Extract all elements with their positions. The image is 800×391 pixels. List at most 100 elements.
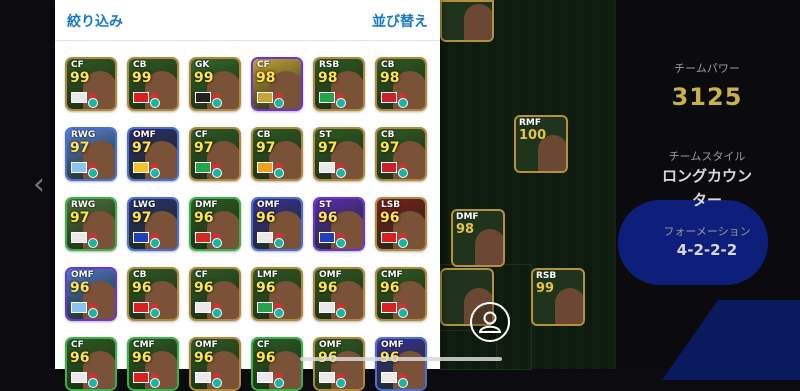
player-card[interactable]: CMF 96 (127, 337, 179, 391)
card-rating: 96 (194, 280, 214, 296)
skill-badge-icon (88, 168, 98, 178)
flag-icon (133, 232, 149, 243)
skill-badge-icon (398, 98, 408, 108)
skill-badge-icon (150, 308, 160, 318)
card-position: OMF (319, 340, 342, 350)
card-position: OMF (133, 130, 156, 140)
flag-icon (195, 302, 211, 313)
player-card[interactable]: CB 96 (127, 267, 179, 321)
flag-icon (257, 162, 273, 173)
skill-badge-icon (398, 378, 408, 388)
card-position: LSB (381, 200, 401, 210)
card-position: CB (133, 60, 147, 70)
skill-badge-icon (150, 168, 160, 178)
skill-badge-icon (398, 308, 408, 318)
sort-button[interactable]: 並び替え (372, 11, 428, 31)
card-position: DMF (195, 200, 218, 210)
team-style-label: チームスタイル (668, 150, 746, 163)
card-position: LWG (133, 200, 156, 210)
player-card[interactable]: OMF96 (313, 267, 365, 321)
flag-icon (381, 92, 397, 103)
player-card[interactable]: DMF 96 (189, 197, 241, 251)
player-portrait (464, 4, 492, 40)
player-card[interactable]: OMF96 (375, 337, 427, 391)
flag-icon (319, 232, 335, 243)
skill-badge-icon (398, 238, 408, 248)
player-card[interactable]: CB 97 (251, 127, 303, 181)
panel-header: 絞り込み 並び替え (55, 0, 440, 41)
card-position: CMF (381, 270, 403, 280)
card-rating: 97 (318, 140, 338, 156)
skill-badge-icon (88, 378, 98, 388)
player-card[interactable]: ST 97 (313, 127, 365, 181)
card-position: CF (195, 130, 208, 140)
skill-badge-icon (274, 378, 284, 388)
card-rating: 96 (70, 350, 90, 366)
pitch-player-card-partial[interactable] (440, 0, 494, 42)
card-rating: 96 (256, 280, 276, 296)
player-card[interactable]: CF 98 (251, 57, 303, 111)
player-card[interactable]: LWG 97 (127, 197, 179, 251)
player-card[interactable]: CB 97 (375, 127, 427, 181)
card-position: RWG (71, 200, 96, 210)
card-rating: 97 (132, 210, 152, 226)
filter-button[interactable]: 絞り込み (67, 11, 123, 31)
pitch-card-position: DMF (456, 212, 479, 222)
flag-icon (257, 372, 273, 383)
pitch-player-card[interactable]: DMF 98 (451, 209, 505, 267)
player-card[interactable]: OMF 97 (127, 127, 179, 181)
player-card[interactable]: CB 99 (127, 57, 179, 111)
player-card[interactable]: CMF 96 (375, 267, 427, 321)
player-card[interactable]: GK 99 (189, 57, 241, 111)
skill-badge-icon (336, 308, 346, 318)
card-position: OMF (195, 340, 218, 350)
card-position: OMF (257, 200, 280, 210)
player-card[interactable]: LMF 96 (251, 267, 303, 321)
card-position: GK (195, 60, 210, 70)
flag-icon (71, 232, 87, 243)
card-position: OMF (319, 270, 342, 280)
formation-label: フォーメーション (663, 225, 751, 238)
card-position: CMF (133, 340, 155, 350)
card-rating: 96 (380, 210, 400, 226)
skill-badge-icon (212, 308, 222, 318)
flag-icon (195, 92, 211, 103)
player-card[interactable]: CF 96 (189, 267, 241, 321)
player-card[interactable]: CF 96 (251, 337, 303, 391)
card-position: CF (257, 60, 270, 70)
card-rating: 96 (380, 280, 400, 296)
player-card[interactable]: CF 99 (65, 57, 117, 111)
person-icon (478, 311, 502, 333)
flag-icon (195, 372, 211, 383)
skill-badge-icon (88, 238, 98, 248)
player-card[interactable]: CF 96 (65, 337, 117, 391)
player-card[interactable]: ST 96 (313, 197, 365, 251)
player-card[interactable]: OMF96 (251, 197, 303, 251)
card-rating: 98 (318, 70, 338, 86)
flag-icon (257, 92, 273, 103)
player-card[interactable]: OMF96 (65, 267, 117, 321)
player-card[interactable]: OMF96 (313, 337, 365, 391)
player-card[interactable]: LSB 96 (375, 197, 427, 251)
skill-badge-icon (398, 168, 408, 178)
pitch-player-card[interactable]: RMF 100 (514, 115, 568, 173)
player-card[interactable]: CB 98 (375, 57, 427, 111)
player-card[interactable]: CF 97 (189, 127, 241, 181)
card-rating: 97 (380, 140, 400, 156)
card-rating: 96 (194, 210, 214, 226)
skill-badge-icon (274, 168, 284, 178)
player-card[interactable]: RSB 98 (313, 57, 365, 111)
player-card[interactable]: RWG 97 (65, 197, 117, 251)
player-card[interactable]: RWG 97 (65, 127, 117, 181)
skill-badge-icon (336, 98, 346, 108)
flag-icon (71, 92, 87, 103)
player-card[interactable]: OMF96 (189, 337, 241, 391)
card-rating: 99 (132, 70, 152, 86)
card-position: CF (195, 270, 208, 280)
flag-icon (257, 232, 273, 243)
avatar-button[interactable] (470, 302, 510, 342)
card-rating: 97 (70, 140, 90, 156)
pitch-player-card[interactable]: RSB 99 (531, 268, 585, 326)
skill-badge-icon (88, 98, 98, 108)
chevron-left-icon[interactable]: ‹ (33, 170, 45, 200)
